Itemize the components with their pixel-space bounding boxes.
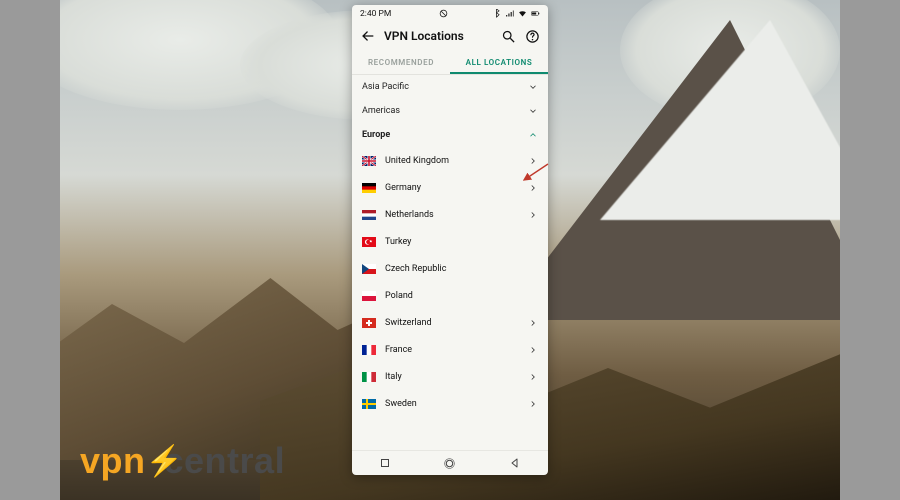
- flag-ch-icon: [362, 318, 376, 328]
- country-label: Switzerland: [385, 318, 432, 328]
- help-icon[interactable]: [524, 28, 540, 44]
- country-row-tr[interactable]: Turkey: [352, 228, 548, 255]
- flag-de-icon: [362, 183, 376, 193]
- country-label: France: [385, 345, 412, 355]
- chevron-right-icon: [528, 183, 538, 193]
- tabs: RECOMMENDED ALL LOCATIONS: [352, 50, 548, 75]
- chevron-right-icon: [528, 372, 538, 382]
- region-americas[interactable]: Americas: [352, 99, 548, 123]
- flag-nl-icon: [362, 210, 376, 220]
- country-label: Turkey: [385, 237, 411, 247]
- country-row-nl[interactable]: Netherlands: [352, 201, 548, 228]
- wifi-icon: [518, 9, 527, 18]
- flag-fr-icon: [362, 345, 376, 355]
- flag-tr-icon: [362, 237, 376, 247]
- country-label: United Kingdom: [385, 156, 449, 166]
- region-label: Americas: [362, 106, 400, 116]
- frame-margin-right: [840, 0, 900, 500]
- chevron-right-icon: [528, 318, 538, 328]
- bluetooth-icon: [492, 9, 501, 18]
- region-asia-pacific[interactable]: Asia Pacific: [352, 75, 548, 99]
- dnd-icon: [439, 9, 448, 18]
- tab-recommended[interactable]: RECOMMENDED: [352, 50, 450, 74]
- status-time: 2:40 PM: [360, 9, 391, 19]
- back-icon[interactable]: [360, 28, 376, 44]
- country-row-fr[interactable]: France: [352, 336, 548, 363]
- chevron-right-icon: [528, 210, 538, 220]
- chevron-up-icon: [528, 130, 538, 140]
- flag-se-icon: [362, 399, 376, 409]
- tab-all-locations[interactable]: ALL LOCATIONS: [450, 50, 548, 74]
- frame-margin-left: [0, 0, 60, 500]
- bolt-icon: ⚡: [146, 444, 164, 479]
- chevron-right-icon: [528, 345, 538, 355]
- page-title: VPN Locations: [384, 29, 492, 43]
- locations-list: Asia Pacific Americas Europe United King…: [352, 75, 548, 450]
- flag-it-icon: [362, 372, 376, 382]
- nav-back-icon[interactable]: [508, 456, 522, 470]
- signal-icon: [505, 9, 514, 18]
- battery-icon: [531, 9, 540, 18]
- country-label: Poland: [385, 291, 413, 301]
- country-row-cz[interactable]: Czech Republic: [352, 255, 548, 282]
- country-row-se[interactable]: Sweden: [352, 390, 548, 417]
- country-label: Italy: [385, 372, 402, 382]
- search-icon[interactable]: [500, 28, 516, 44]
- android-nav-bar: [352, 450, 548, 475]
- vpncentral-watermark: vpn⚡central: [80, 440, 285, 482]
- app-bar: VPN Locations: [352, 22, 548, 50]
- nav-recents-icon[interactable]: [378, 456, 392, 470]
- region-europe[interactable]: Europe: [352, 123, 548, 147]
- country-row-gb[interactable]: United Kingdom: [352, 147, 548, 174]
- country-row-ch[interactable]: Switzerland: [352, 309, 548, 336]
- chevron-right-icon: [528, 156, 538, 166]
- country-label: Czech Republic: [385, 264, 446, 274]
- country-row-it[interactable]: Italy: [352, 363, 548, 390]
- country-label: Germany: [385, 183, 421, 193]
- country-label: Netherlands: [385, 210, 434, 220]
- chevron-down-icon: [528, 82, 538, 92]
- flag-cz-icon: [362, 264, 376, 274]
- flag-pl-icon: [362, 291, 376, 301]
- flag-gb-icon: [362, 156, 376, 166]
- nav-home-icon[interactable]: [443, 456, 457, 470]
- region-label: Asia Pacific: [362, 82, 409, 92]
- phone-frame: 2:40 PM VPN Locations RE: [352, 5, 548, 475]
- chevron-right-icon: [528, 399, 538, 409]
- country-row-pl[interactable]: Poland: [352, 282, 548, 309]
- country-row-de[interactable]: Germany: [352, 174, 548, 201]
- country-label: Sweden: [385, 399, 417, 409]
- status-bar: 2:40 PM: [352, 5, 548, 22]
- chevron-down-icon: [528, 106, 538, 116]
- region-label: Europe: [362, 130, 390, 140]
